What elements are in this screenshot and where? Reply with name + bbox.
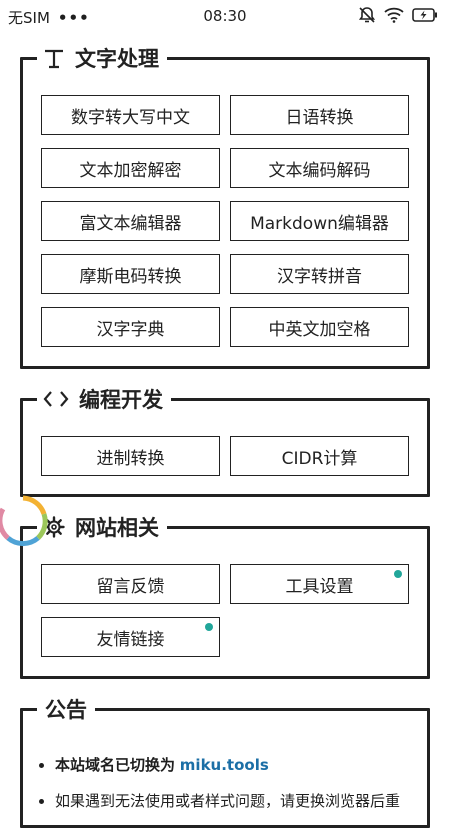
section-header: 编程开发 <box>37 382 171 416</box>
feedback-button[interactable]: 留言反馈 <box>41 564 220 604</box>
wifi-icon <box>384 7 404 23</box>
tool-text-encode-button[interactable]: 文本编码解码 <box>230 148 409 188</box>
tool-cjk-spacing-button[interactable]: 中英文加空格 <box>230 307 409 347</box>
tool-grid: 留言反馈 工具设置 友情链接 <box>41 564 409 657</box>
notice-text: 本站域名已切换为 <box>55 756 176 774</box>
notice-text: 如果遇到无法使用或者样式问题，请更换浏览器后重 <box>55 792 401 810</box>
battery-charging-icon <box>412 8 438 22</box>
website-section: 网站相关 留言反馈 工具设置 友情链接 <box>20 510 430 679</box>
tool-cidr-calc-button[interactable]: CIDR计算 <box>230 436 409 476</box>
domain-link[interactable]: miku.tools <box>180 756 269 774</box>
status-icons <box>358 6 438 24</box>
notice-list: 本站域名已切换为 miku.tools 如果遇到无法使用或者样式问题，请更换浏览… <box>39 755 417 827</box>
section-title: 网站相关 <box>75 516 159 540</box>
list-item: 本站域名已切换为 miku.tools <box>55 755 417 775</box>
tool-japanese-convert-button[interactable]: 日语转换 <box>230 95 409 135</box>
tool-grid: 进制转换 CIDR计算 <box>41 436 409 476</box>
friend-links-button[interactable]: 友情链接 <box>41 617 220 657</box>
tool-richtext-editor-button[interactable]: 富文本编辑器 <box>41 201 220 241</box>
section-header: 公告 <box>37 692 95 726</box>
tool-number-to-chinese-button[interactable]: 数字转大写中文 <box>41 95 220 135</box>
tool-markdown-editor-button[interactable]: Markdown编辑器 <box>230 201 409 241</box>
status-bar: 无SIM ••• 08:30 <box>0 0 450 32</box>
section-header: 网站相关 <box>37 510 167 544</box>
section-title: 编程开发 <box>79 388 163 412</box>
loading-spinner-icon <box>0 492 52 550</box>
section-title: 公告 <box>45 698 87 722</box>
mute-alarm-icon <box>358 6 376 24</box>
section-header: 文字处理 <box>37 41 167 75</box>
tool-grid: 数字转大写中文 日语转换 文本加密解密 文本编码解码 富文本编辑器 Markdo… <box>41 95 409 347</box>
programming-section: 编程开发 进制转换 CIDR计算 <box>20 382 430 497</box>
tool-settings-button[interactable]: 工具设置 <box>230 564 409 604</box>
tool-text-encrypt-button[interactable]: 文本加密解密 <box>41 148 220 188</box>
code-icon <box>43 389 69 409</box>
list-item: 如果遇到无法使用或者样式问题，请更换浏览器后重 <box>55 791 417 811</box>
tool-pinyin-button[interactable]: 汉字转拼音 <box>230 254 409 294</box>
text-processing-section: 文字处理 数字转大写中文 日语转换 文本加密解密 文本编码解码 富文本编辑器 M… <box>20 41 430 369</box>
tool-dictionary-button[interactable]: 汉字字典 <box>41 307 220 347</box>
notice-section: 公告 本站域名已切换为 miku.tools 如果遇到无法使用或者样式问题，请更… <box>20 692 430 828</box>
tool-morse-code-button[interactable]: 摩斯电码转换 <box>41 254 220 294</box>
friend-links-label: 友情链接 <box>96 629 165 650</box>
section-title: 文字处理 <box>75 47 159 71</box>
text-icon <box>43 47 65 69</box>
tool-radix-convert-button[interactable]: 进制转换 <box>41 436 220 476</box>
new-indicator-dot <box>205 623 213 631</box>
new-indicator-dot <box>394 570 402 578</box>
tool-settings-label: 工具设置 <box>285 576 354 597</box>
